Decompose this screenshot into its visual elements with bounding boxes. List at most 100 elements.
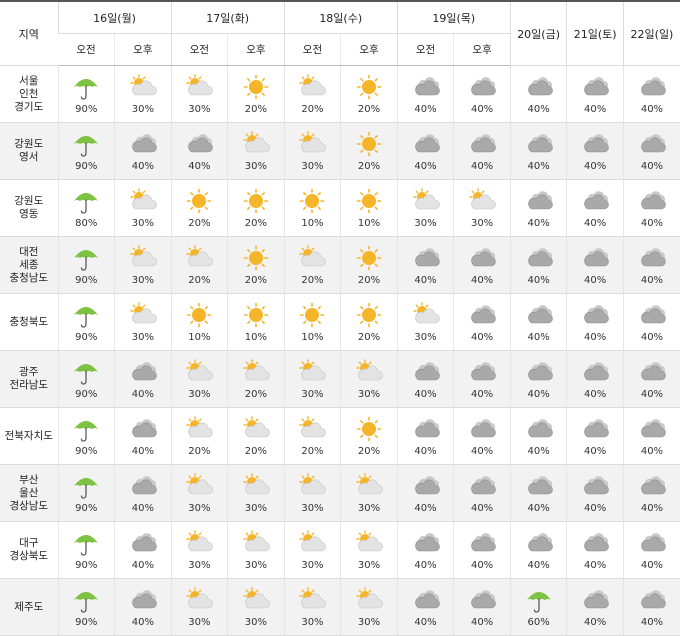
cloud-icon — [411, 245, 441, 271]
forecast-cell: 30% — [283, 122, 341, 180]
region-name: 서울 인천 경기도 — [0, 65, 59, 123]
sun-icon — [354, 74, 384, 100]
forecast-cell-content: 40% — [567, 180, 623, 236]
precip-probability: 40% — [584, 274, 607, 286]
cloud-icon — [128, 359, 158, 385]
cloud-icon — [580, 245, 610, 271]
precip-probability: 30% — [188, 616, 211, 628]
forecast-cell-content: 20% — [228, 180, 284, 236]
forecast-cell: 90% — [57, 350, 115, 408]
forecast-cell-content: 40% — [398, 465, 454, 521]
forecast-cell: 30% — [170, 464, 228, 522]
cloud-icon — [524, 74, 554, 100]
forecast-cell: 90% — [57, 521, 115, 579]
sun-icon — [241, 245, 271, 271]
precip-probability: 40% — [470, 388, 494, 400]
forecast-cell-content: 20% — [341, 294, 397, 350]
forecast-cell-content: 90% — [59, 351, 115, 407]
precip-probability: 80% — [75, 217, 98, 229]
cloud-icon — [637, 587, 667, 613]
forecast-header: 지역 16일(월) 17일(화) 18일(수) 19일(목) 20일(금) 21… — [0, 1, 680, 66]
sun-cloud-icon — [184, 73, 214, 100]
day-header: 17일(화) — [170, 1, 285, 34]
sun-cloud-icon — [184, 358, 214, 385]
precip-probability: 30% — [414, 217, 437, 229]
forecast-cell-content: 90% — [59, 237, 115, 293]
forecast-cell: 40% — [566, 350, 624, 408]
forecast-cell: 40% — [509, 521, 567, 579]
forecast-cell-content: 40% — [567, 66, 623, 122]
sun-cloud-icon — [241, 358, 271, 385]
forecast-cell: 20% — [283, 236, 341, 294]
cloud-icon — [580, 416, 610, 442]
forecast-cell-content: 30% — [115, 180, 171, 236]
precip-probability: 30% — [188, 502, 211, 514]
precip-probability: 20% — [188, 217, 211, 229]
forecast-cell: 40% — [622, 521, 680, 579]
forecast-cell: 40% — [509, 464, 567, 522]
precip-probability: 40% — [584, 502, 607, 514]
precip-probability: 20% — [357, 160, 381, 172]
forecast-cell-content: 40% — [511, 522, 567, 578]
sun-cloud-icon — [467, 187, 497, 214]
region-name: 대전 세종 충청남도 — [0, 236, 59, 294]
forecast-cell-content: 40% — [398, 123, 454, 179]
precip-probability: 30% — [244, 559, 268, 571]
forecast-cell: 30% — [453, 179, 511, 237]
precip-probability: 30% — [357, 616, 381, 628]
forecast-cell: 30% — [340, 521, 398, 579]
forecast-cell-content: 30% — [115, 294, 171, 350]
cloud-icon — [637, 302, 667, 328]
forecast-cell-content: 40% — [624, 351, 680, 407]
cloud-icon — [524, 359, 554, 385]
umbrella-icon — [71, 416, 101, 442]
precip-probability: 40% — [527, 559, 550, 571]
forecast-cell: 30% — [340, 464, 398, 522]
forecast-cell: 40% — [114, 464, 172, 522]
forecast-cell-content: 40% — [567, 351, 623, 407]
sun-cloud-icon — [297, 73, 327, 100]
precip-probability: 40% — [131, 502, 154, 514]
precip-probability: 40% — [414, 160, 437, 172]
cloud-icon — [467, 245, 497, 271]
cloud-icon — [467, 359, 497, 385]
forecast-cell-content: 20% — [341, 408, 397, 464]
region-name: 부산 울산 경상남도 — [0, 464, 59, 522]
forecast-cell-content: 40% — [454, 522, 510, 578]
am-header: 오전 — [170, 33, 228, 66]
sun-cloud-icon — [297, 415, 327, 442]
forecast-cell-content: 30% — [341, 351, 397, 407]
precip-probability: 40% — [527, 388, 550, 400]
forecast-cell: 40% — [114, 407, 172, 465]
sun-cloud-icon — [184, 586, 214, 613]
forecast-cell: 40% — [396, 464, 454, 522]
forecast-cell-content: 30% — [454, 180, 510, 236]
precip-probability: 30% — [357, 559, 381, 571]
cloud-icon — [524, 530, 554, 556]
forecast-cell-content: 30% — [398, 294, 454, 350]
forecast-cell: 80% — [57, 179, 115, 237]
precip-probability: 20% — [301, 103, 324, 115]
forecast-cell: 30% — [396, 179, 454, 237]
forecast-cell: 40% — [622, 407, 680, 465]
precip-probability: 10% — [357, 217, 381, 229]
umbrella-icon — [71, 587, 101, 613]
sun-cloud-icon — [411, 187, 441, 214]
forecast-cell-content: 40% — [511, 408, 567, 464]
sun-cloud-icon — [297, 472, 327, 499]
forecast-cell: 40% — [509, 350, 567, 408]
forecast-cell-content: 90% — [59, 408, 115, 464]
precip-probability: 40% — [527, 445, 550, 457]
sun-icon — [241, 188, 271, 214]
forecast-cell-content: 20% — [172, 180, 228, 236]
forecast-cell-content: 30% — [285, 123, 341, 179]
table-row: 제주도 90% 40% 30% 30% 30% 30% 40% 40% 60% 40% 40% — [0, 578, 680, 636]
forecast-cell-content: 40% — [511, 294, 567, 350]
sun-cloud-icon — [241, 586, 271, 613]
forecast-cell-content: 40% — [115, 522, 171, 578]
precip-probability: 20% — [244, 103, 268, 115]
precip-probability: 40% — [584, 616, 607, 628]
forecast-cell: 40% — [566, 407, 624, 465]
forecast-cell: 40% — [622, 65, 680, 123]
forecast-cell: 30% — [283, 578, 341, 636]
